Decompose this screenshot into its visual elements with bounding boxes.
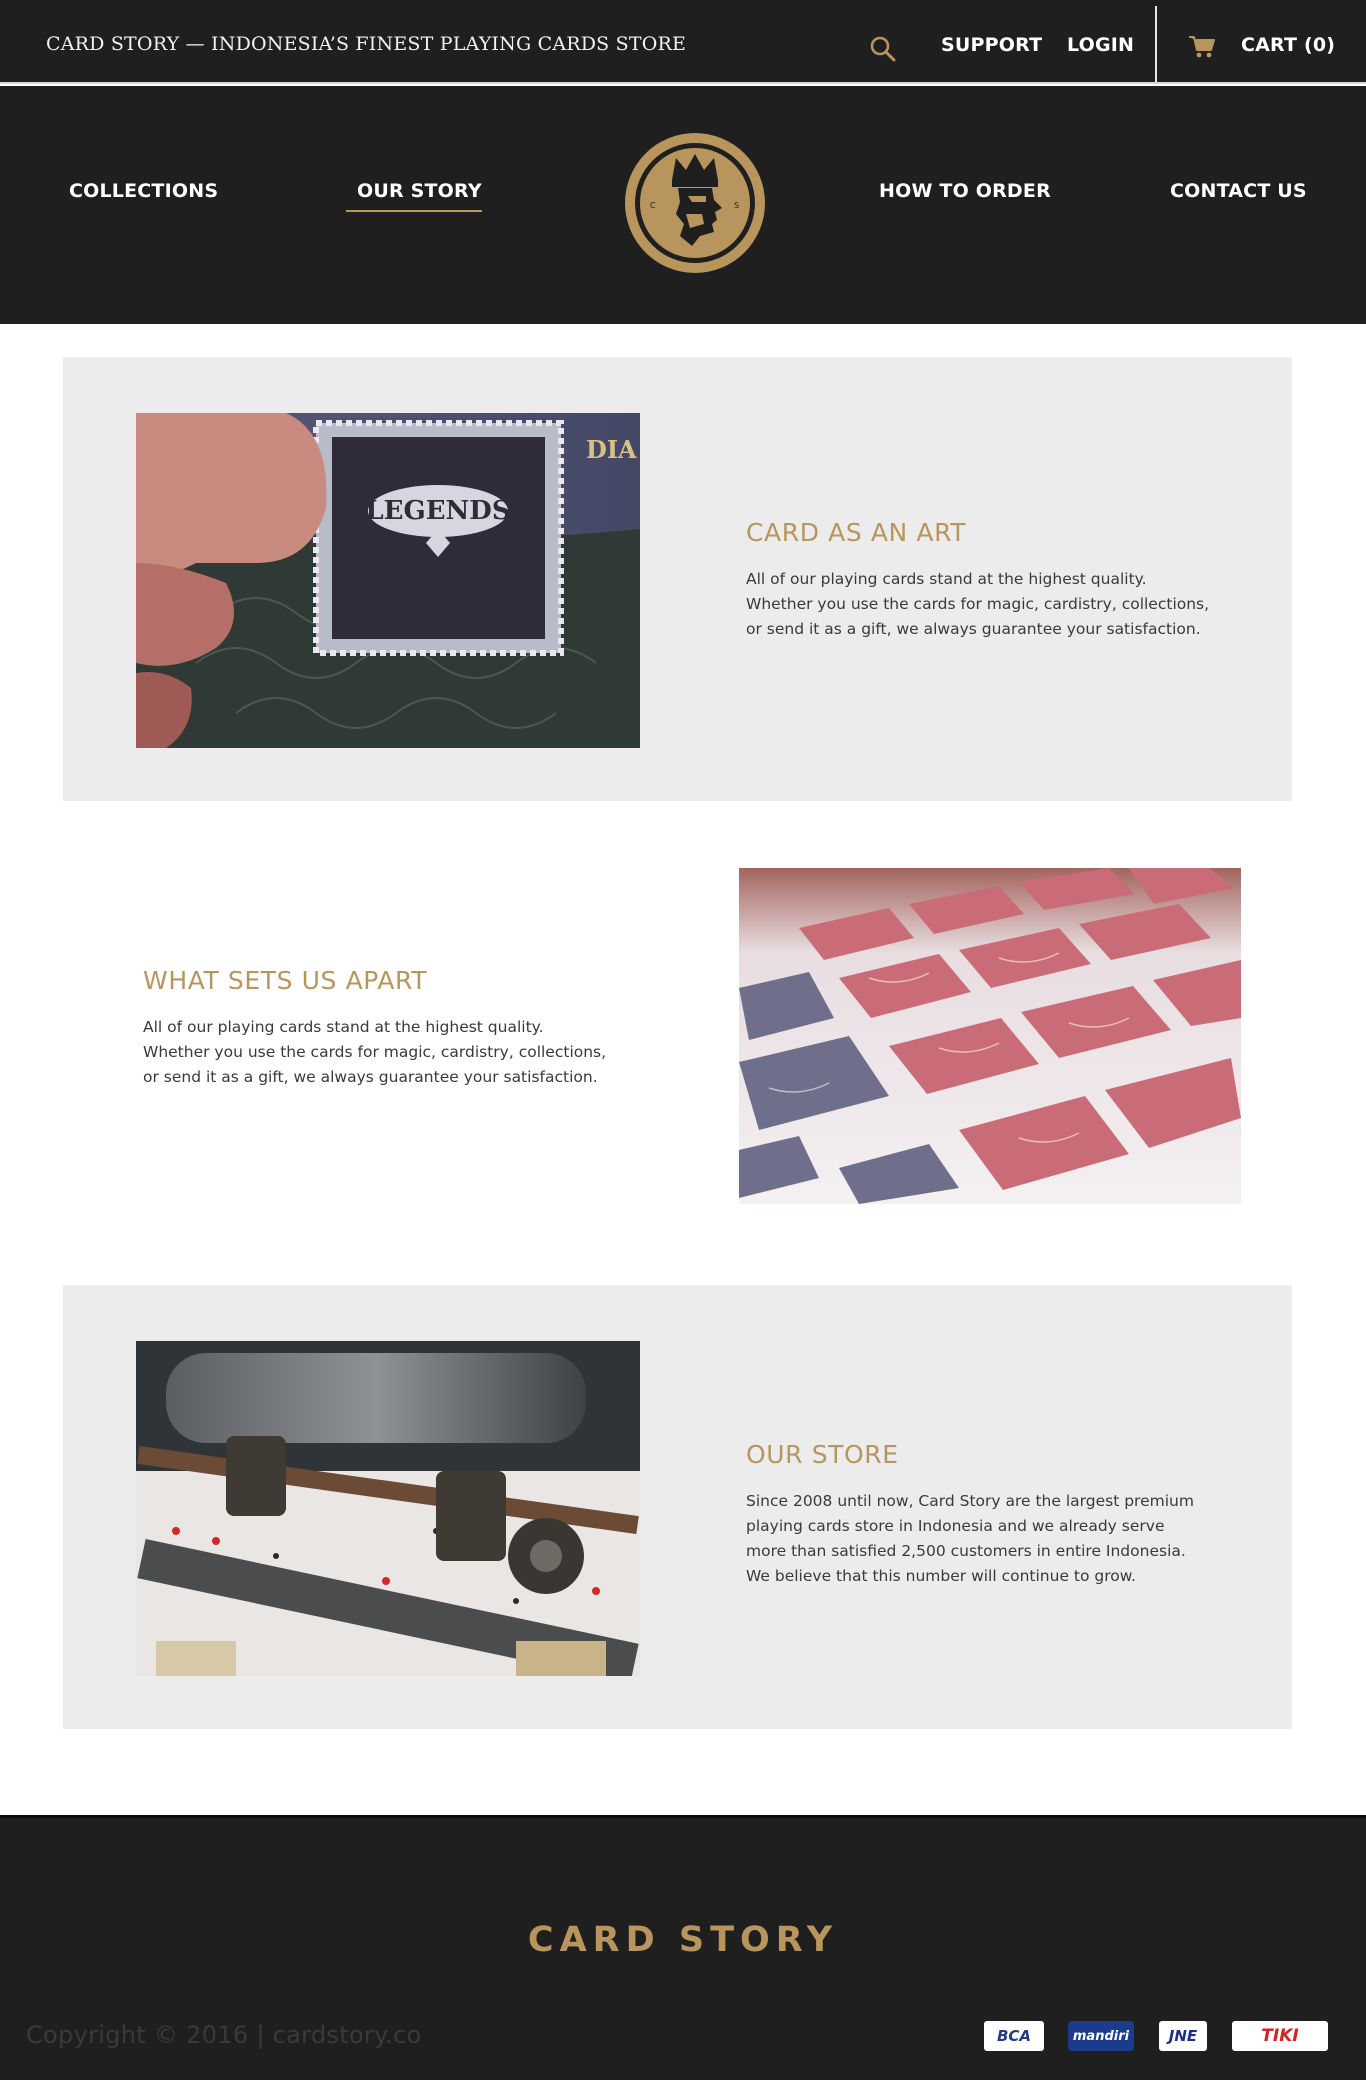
legends-card-box-photo: LEGENDS DIA [136, 413, 640, 748]
feature-text: All of our playing cards stand at the hi… [143, 1018, 607, 1086]
main-navigation: COLLECTIONS OUR STORY C S HOW TO ORDER C… [0, 86, 1366, 324]
card-printing-machine-photo [136, 1341, 640, 1676]
feature-what-sets-us-apart: WHAT SETS US APART All of our playing ca… [63, 801, 1292, 1285]
svg-text:LEGENDS: LEGENDS [365, 496, 510, 526]
feature-text: All of our playing cards stand at the hi… [746, 570, 1210, 638]
tiki-logo: TIKI [1232, 2021, 1328, 2051]
top-bar: CARD STORY — INDONESIA’S FINEST PLAYING … [0, 0, 1366, 84]
feature-our-store: OUR STORE Since 2008 until now, Card Sto… [63, 1285, 1292, 1729]
footer-brand: CARD STORY [527, 1920, 839, 1960]
feature-heading: CARD AS AN ART [746, 518, 967, 547]
nav-how-to-order[interactable]: HOW TO ORDER [879, 180, 1051, 202]
uncut-card-sheet-photo [739, 868, 1241, 1204]
card-story-logo[interactable]: C S [620, 128, 770, 278]
footer: CARD STORY Copyright © 2016 | cardstory.… [0, 1815, 1366, 2080]
bca-logo: BCA [984, 2021, 1044, 2051]
cart-icon[interactable] [1188, 34, 1216, 60]
mandiri-logo: mandiri [1068, 2021, 1134, 2051]
login-link[interactable]: LOGIN [1067, 34, 1134, 56]
store-tagline: CARD STORY — INDONESIA’S FINEST PLAYING … [46, 33, 687, 55]
feature-heading: WHAT SETS US APART [143, 966, 428, 995]
feature-heading: OUR STORE [746, 1440, 899, 1469]
top-bar-divider [1155, 6, 1157, 82]
svg-text:C: C [650, 201, 656, 210]
search-icon[interactable] [868, 34, 898, 64]
cart-link[interactable]: CART (0) [1241, 34, 1335, 56]
nav-our-story[interactable]: OUR STORY [357, 180, 482, 202]
nav-contact-us[interactable]: CONTACT US [1170, 180, 1307, 202]
copyright-text: Copyright © 2016 | cardstory.co [26, 2021, 422, 2049]
svg-text:S: S [734, 201, 739, 210]
nav-collections[interactable]: COLLECTIONS [69, 180, 218, 202]
photo-box-text: DIA [586, 435, 637, 464]
feature-text: Since 2008 until now, Card Story are the… [746, 1492, 1194, 1585]
jne-logo: JNE [1159, 2021, 1207, 2051]
nav-active-underline [346, 210, 482, 212]
feature-card-as-art: LEGENDS DIA CARD AS AN ART All of our pl… [63, 357, 1292, 801]
support-link[interactable]: SUPPORT [941, 34, 1042, 56]
